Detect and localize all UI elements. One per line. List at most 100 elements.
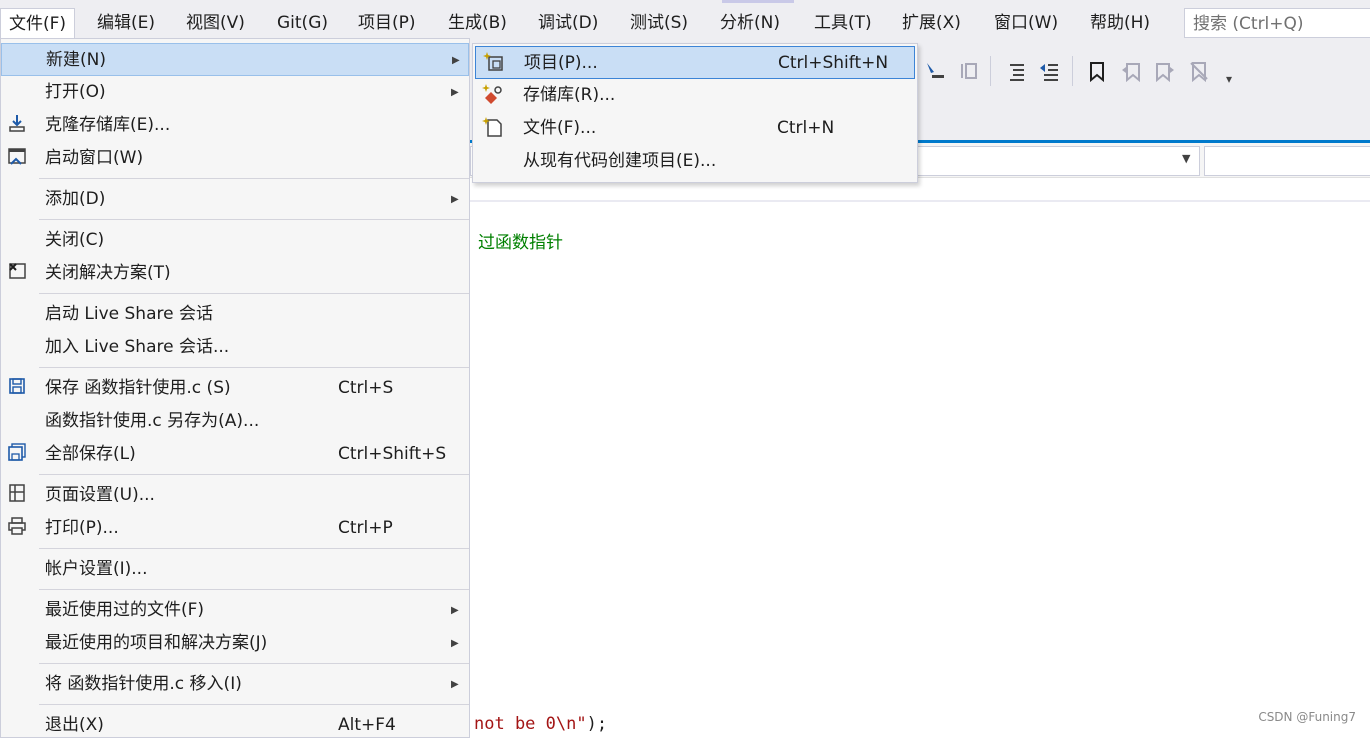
menu-item-label: 全部保存(L) — [45, 444, 136, 464]
submenu-item-label: 存储库(R)... — [523, 85, 616, 105]
menu-item-account-settings[interactable]: 帐户设置(I)... — [1, 553, 469, 586]
menu-separator — [39, 178, 469, 179]
submenu-arrow-icon: ▶ — [451, 638, 459, 649]
menu-build[interactable]: 生成(B) — [440, 8, 515, 38]
menu-item-label: 关闭(C) — [45, 230, 105, 250]
submenu-item-new-file[interactable]: 文件(F)... Ctrl+N — [475, 112, 915, 145]
watermark: CSDN @Funing7 — [1258, 710, 1356, 724]
menu-separator — [39, 219, 469, 220]
menu-item-save-as[interactable]: 函数指针使用.c 另存为(A)... — [1, 405, 469, 438]
menu-item-recent-files[interactable]: 最近使用过的文件(F) ▶ — [1, 594, 469, 627]
editor-divider — [470, 200, 1370, 202]
menu-item-label: 最近使用过的文件(F) — [45, 600, 205, 620]
menu-item-label: 启动窗口(W) — [45, 148, 144, 168]
submenu-item-shortcut: Ctrl+N — [777, 118, 835, 138]
menu-item-open[interactable]: 打开(O) ▶ — [1, 76, 469, 109]
menu-item-add[interactable]: 添加(D) ▶ — [1, 183, 469, 216]
search-input[interactable]: 搜索 (Ctrl+Q) — [1184, 8, 1370, 38]
menu-item-label: 将 函数指针使用.c 移入(I) — [45, 674, 242, 694]
close-solution-icon — [5, 261, 29, 285]
menu-item-label: 页面设置(U)... — [45, 485, 155, 505]
menu-item-close[interactable]: 关闭(C) — [1, 224, 469, 257]
submenu-item-shortcut: Ctrl+Shift+N — [778, 53, 889, 73]
start-window-icon — [5, 146, 29, 170]
menu-item-save-all[interactable]: 全部保存(L) Ctrl+Shift+S — [1, 438, 469, 471]
menu-item-label: 最近使用的项目和解决方案(J) — [45, 633, 268, 653]
menu-separator — [39, 663, 469, 664]
menu-separator — [39, 474, 469, 475]
menu-view[interactable]: 视图(V) — [178, 8, 253, 38]
format-selection-icon[interactable] — [956, 58, 982, 84]
submenu-item-label: 项目(P)... — [524, 53, 598, 73]
submenu-item-new-project[interactable]: 项目(P)... Ctrl+Shift+N — [475, 46, 915, 79]
prev-bookmark-icon[interactable] — [1118, 58, 1144, 84]
menu-file[interactable]: 文件(F) — [0, 8, 76, 40]
outdent-icon[interactable] — [1036, 58, 1062, 84]
menu-item-shortcut: Alt+F4 — [338, 715, 396, 735]
file-menu: 新建(N) ▶ 打开(O) ▶ 克隆存储库(E)... 启动窗口(W) 添加(D… — [0, 38, 470, 738]
menu-item-recent-projects[interactable]: 最近使用的项目和解决方案(J) ▶ — [1, 627, 469, 660]
submenu-item-project-from-code[interactable]: 从现有代码创建项目(E)... — [475, 145, 915, 178]
code-string: not be 0\n" — [474, 714, 587, 734]
member-dropdown[interactable] — [1204, 146, 1370, 176]
menu-item-shortcut: Ctrl+P — [338, 518, 393, 538]
menu-item-clone-repo[interactable]: 克隆存储库(E)... — [1, 109, 469, 142]
menu-item-label: 打印(P)... — [45, 518, 119, 538]
menu-separator — [39, 589, 469, 590]
menu-item-exit[interactable]: 退出(X) Alt+F4 — [1, 709, 469, 742]
submenu-item-repository[interactable]: 存储库(R)... — [475, 79, 915, 112]
menu-help[interactable]: 帮助(H) — [1082, 8, 1158, 38]
clone-icon — [5, 113, 29, 137]
toolbar-overflow-icon[interactable]: ▾ — [1216, 66, 1242, 92]
menu-item-label: 启动 Live Share 会话 — [45, 304, 213, 324]
menu-item-label: 函数指针使用.c 另存为(A)... — [45, 411, 260, 431]
menu-item-label: 关闭解决方案(T) — [45, 263, 171, 283]
menu-item-label: 加入 Live Share 会话... — [45, 337, 230, 357]
menu-item-close-solution[interactable]: 关闭解决方案(T) — [1, 257, 469, 290]
code-punctuation: ); — [586, 714, 608, 734]
menu-item-shortcut: Ctrl+Shift+S — [338, 444, 447, 464]
menu-item-start-window[interactable]: 启动窗口(W) — [1, 142, 469, 175]
chevron-down-icon[interactable]: ▼ — [1182, 152, 1190, 165]
bookmark-icon[interactable] — [1084, 58, 1110, 84]
menu-window[interactable]: 窗口(W) — [986, 8, 1066, 38]
menu-test[interactable]: 测试(S) — [622, 8, 696, 38]
submenu-arrow-icon: ▶ — [451, 605, 459, 616]
code-line: not be 0\n"); — [474, 714, 607, 734]
format-icon[interactable] — [922, 58, 948, 84]
clear-bookmarks-icon[interactable] — [1186, 58, 1212, 84]
menu-item-label: 新建(N) — [46, 50, 106, 70]
menu-item-label: 退出(X) — [45, 715, 104, 735]
menu-item-page-setup[interactable]: 页面设置(U)... — [1, 479, 469, 512]
menu-separator — [39, 367, 469, 368]
menu-item-label: 添加(D) — [45, 189, 106, 209]
menu-tools[interactable]: 工具(T) — [806, 8, 880, 38]
menu-item-label: 保存 函数指针使用.c (S) — [45, 378, 231, 398]
submenu-arrow-icon: ▶ — [451, 679, 459, 690]
menu-item-print[interactable]: 打印(P)... Ctrl+P — [1, 512, 469, 545]
menu-separator — [39, 293, 469, 294]
indent-icon[interactable] — [1002, 58, 1028, 84]
save-icon — [5, 376, 29, 400]
menu-git[interactable]: Git(G) — [269, 8, 336, 38]
menu-item-new[interactable]: 新建(N) ▶ — [1, 43, 469, 76]
menu-item-label: 帐户设置(I)... — [45, 559, 148, 579]
submenu-item-label: 从现有代码创建项目(E)... — [523, 151, 717, 171]
menu-item-move-into[interactable]: 将 函数指针使用.c 移入(I) ▶ — [1, 668, 469, 701]
next-bookmark-icon[interactable] — [1152, 58, 1178, 84]
menu-project[interactable]: 项目(P) — [350, 8, 424, 38]
menu-debug[interactable]: 调试(D) — [530, 8, 606, 38]
submenu-arrow-icon: ▶ — [451, 194, 459, 205]
toolbar-separator — [990, 56, 991, 86]
menu-separator — [39, 548, 469, 549]
menu-item-join-live-share[interactable]: 加入 Live Share 会话... — [1, 331, 469, 364]
menu-item-save[interactable]: 保存 函数指针使用.c (S) Ctrl+S — [1, 372, 469, 405]
menu-analyze[interactable]: 分析(N) — [712, 8, 788, 38]
menu-item-start-live-share[interactable]: 启动 Live Share 会话 — [1, 298, 469, 331]
menu-item-label: 克隆存储库(E)... — [45, 115, 171, 135]
menu-edit[interactable]: 编辑(E) — [89, 8, 163, 38]
menu-separator — [39, 704, 469, 705]
save-all-icon — [5, 442, 29, 466]
menu-extensions[interactable]: 扩展(X) — [894, 8, 969, 38]
new-project-icon — [482, 51, 506, 75]
